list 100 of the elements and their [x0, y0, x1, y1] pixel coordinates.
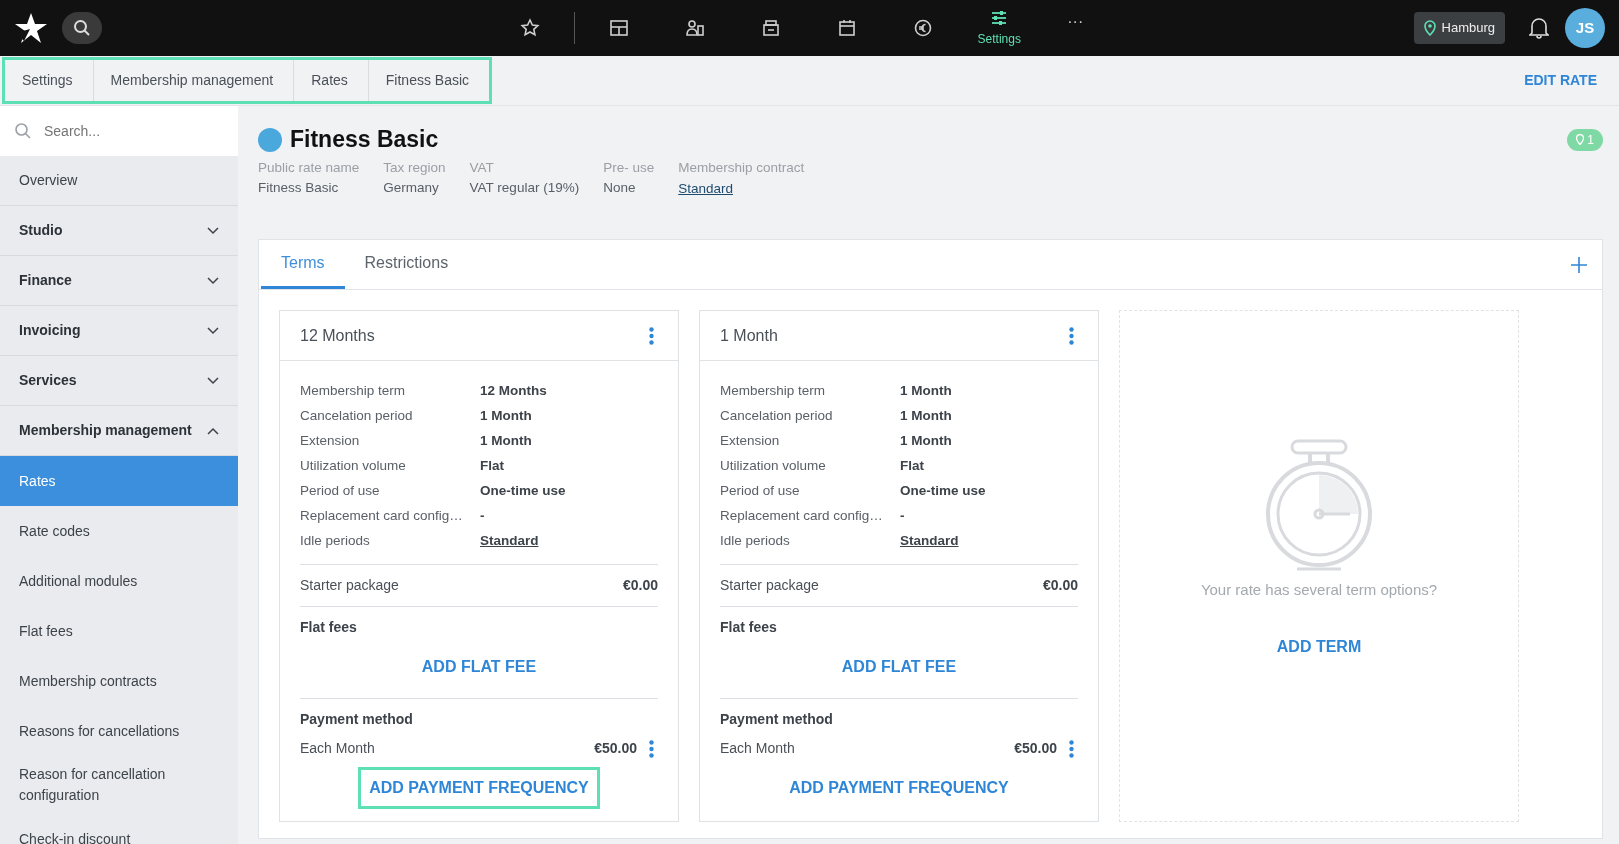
detail-label: Starter package [300, 576, 399, 596]
sidebar-item[interactable]: Membership contracts [0, 656, 238, 706]
add-flat-fee-button[interactable]: ADD FLAT FEE [830, 646, 968, 689]
star-icon [520, 18, 541, 38]
rate-dot [258, 127, 282, 152]
add-payment-frequency-button[interactable]: ADD PAYMENT FREQUENCY [778, 767, 1020, 810]
sidebar-group[interactable]: Services [0, 356, 238, 406]
kebab-icon [649, 326, 654, 345]
sidebar-item[interactable]: Reason for cancellation configuration [0, 756, 238, 814]
tab[interactable]: Terms [261, 240, 345, 290]
add-flat-fee-button[interactable]: ADD FLAT FEE [410, 646, 548, 689]
chevron-down-icon [207, 276, 219, 285]
location-count-badge: 1 [1567, 128, 1603, 151]
settings-tab[interactable]: Settings [961, 0, 1038, 56]
detail-value: One-time use [480, 482, 566, 501]
detail-label: Starter package [720, 576, 819, 596]
breadcrumb-link[interactable]: Membership management [93, 60, 295, 101]
field-value: Germany [383, 178, 440, 197]
section-title: Flat fees [720, 618, 778, 638]
detail-label: Cancelation period [720, 407, 834, 426]
idle-periods-link[interactable]: Standard [480, 531, 539, 552]
field-label: VAT [469, 158, 495, 177]
sidebar-item[interactable]: Check-in discount [0, 814, 238, 844]
field-label: Pre- use [603, 158, 655, 177]
price: €0.00 [1042, 576, 1078, 596]
chevron-down-icon [207, 376, 219, 385]
chevron-up-icon [207, 426, 219, 435]
layout-icon [609, 18, 630, 38]
payment-label: Each Month [300, 739, 375, 759]
detail-label: Utilization volume [300, 457, 407, 476]
pin-icon [1423, 20, 1436, 36]
section-title: Flat fees [300, 618, 358, 638]
detail-value: Flat [480, 457, 504, 476]
kebab-icon [1069, 326, 1074, 345]
empty-message: Your rate has several term options? [1200, 580, 1438, 601]
chevron-down-icon [207, 326, 219, 335]
contract-link[interactable]: Standard [678, 178, 733, 200]
detail-value: - [900, 507, 905, 526]
kebab-icon [649, 739, 654, 758]
breadcrumb-link[interactable]: Fitness Basic [368, 60, 490, 101]
plus-icon [1570, 256, 1588, 275]
sidebar-item[interactable]: Overview [0, 156, 238, 206]
detail-label: Membership term [300, 382, 407, 401]
field-value: Fitness Basic [258, 178, 340, 197]
detail-value: One-time use [900, 482, 986, 501]
rate-title: Fitness Basic [290, 126, 439, 154]
detail-value: 1 Month [900, 407, 952, 426]
calendar-icon [837, 18, 858, 38]
person-card-icon [685, 18, 706, 38]
location-button[interactable]: Hamburg [1413, 12, 1505, 44]
sidebar-group[interactable]: Invoicing [0, 306, 238, 356]
detail-value: Flat [900, 457, 924, 476]
field-value: None [603, 178, 637, 197]
field-label: Membership contract [678, 158, 805, 177]
detail-label: Extension [300, 432, 361, 451]
field-label: Tax region [383, 158, 446, 177]
add-term-button[interactable]: ADD TERM [1265, 625, 1373, 668]
detail-label: Replacement card config… [720, 507, 884, 526]
detail-value: 1 Month [480, 432, 532, 451]
group-label: Services [19, 371, 77, 390]
field-label: Public rate name [258, 158, 360, 177]
sidebar-group[interactable]: Finance [0, 256, 238, 306]
section-title: Payment method [720, 710, 834, 730]
payment-label: Each Month [720, 739, 795, 759]
field-value: VAT regular (19%) [469, 178, 580, 197]
detail-value: 12 Months [480, 382, 547, 401]
sidebar-item[interactable]: Flat fees [0, 606, 238, 656]
price: €50.00 [594, 739, 637, 759]
sidebar-item[interactable]: Reasons for cancellations [0, 706, 238, 756]
detail-value: 1 Month [900, 382, 952, 401]
search-box[interactable]: Search... [0, 106, 238, 156]
detail-label: Cancelation period [300, 407, 414, 426]
detail-value: 1 Month [900, 432, 952, 451]
more-button[interactable]: ··· [1037, 0, 1114, 56]
stopwatch-icon [1264, 439, 1374, 572]
bell-icon[interactable] [1529, 16, 1549, 40]
kebab-icon [1069, 739, 1074, 758]
detail-label: Membership term [720, 382, 827, 401]
group-label: Studio [19, 221, 63, 240]
logo-icon[interactable] [14, 11, 48, 45]
group-label: Finance [19, 271, 72, 290]
breadcrumb-link[interactable]: Settings [5, 60, 94, 101]
search-icon [14, 122, 32, 140]
sidebar-group[interactable]: Studio [0, 206, 238, 256]
price: €50.00 [1014, 739, 1057, 759]
register-icon [761, 18, 782, 38]
breadcrumb-link[interactable]: Rates [294, 60, 369, 101]
price: €0.00 [622, 576, 658, 596]
detail-label: Extension [720, 432, 781, 451]
sidebar-item[interactable]: Additional modules [0, 556, 238, 606]
group-label: Membership management [19, 421, 192, 440]
search-button[interactable] [62, 12, 102, 44]
add-payment-frequency-button[interactable]: ADD PAYMENT FREQUENCY [358, 767, 600, 810]
card-title: 12 Months [300, 325, 375, 346]
tab[interactable]: Restrictions [344, 240, 469, 290]
detail-label: Utilization volume [720, 457, 827, 476]
sidebar-item[interactable]: Rate codes [0, 506, 238, 556]
chevron-down-icon [207, 226, 219, 235]
idle-periods-link[interactable]: Standard [900, 531, 959, 552]
detail-label: Idle periods [720, 532, 791, 551]
